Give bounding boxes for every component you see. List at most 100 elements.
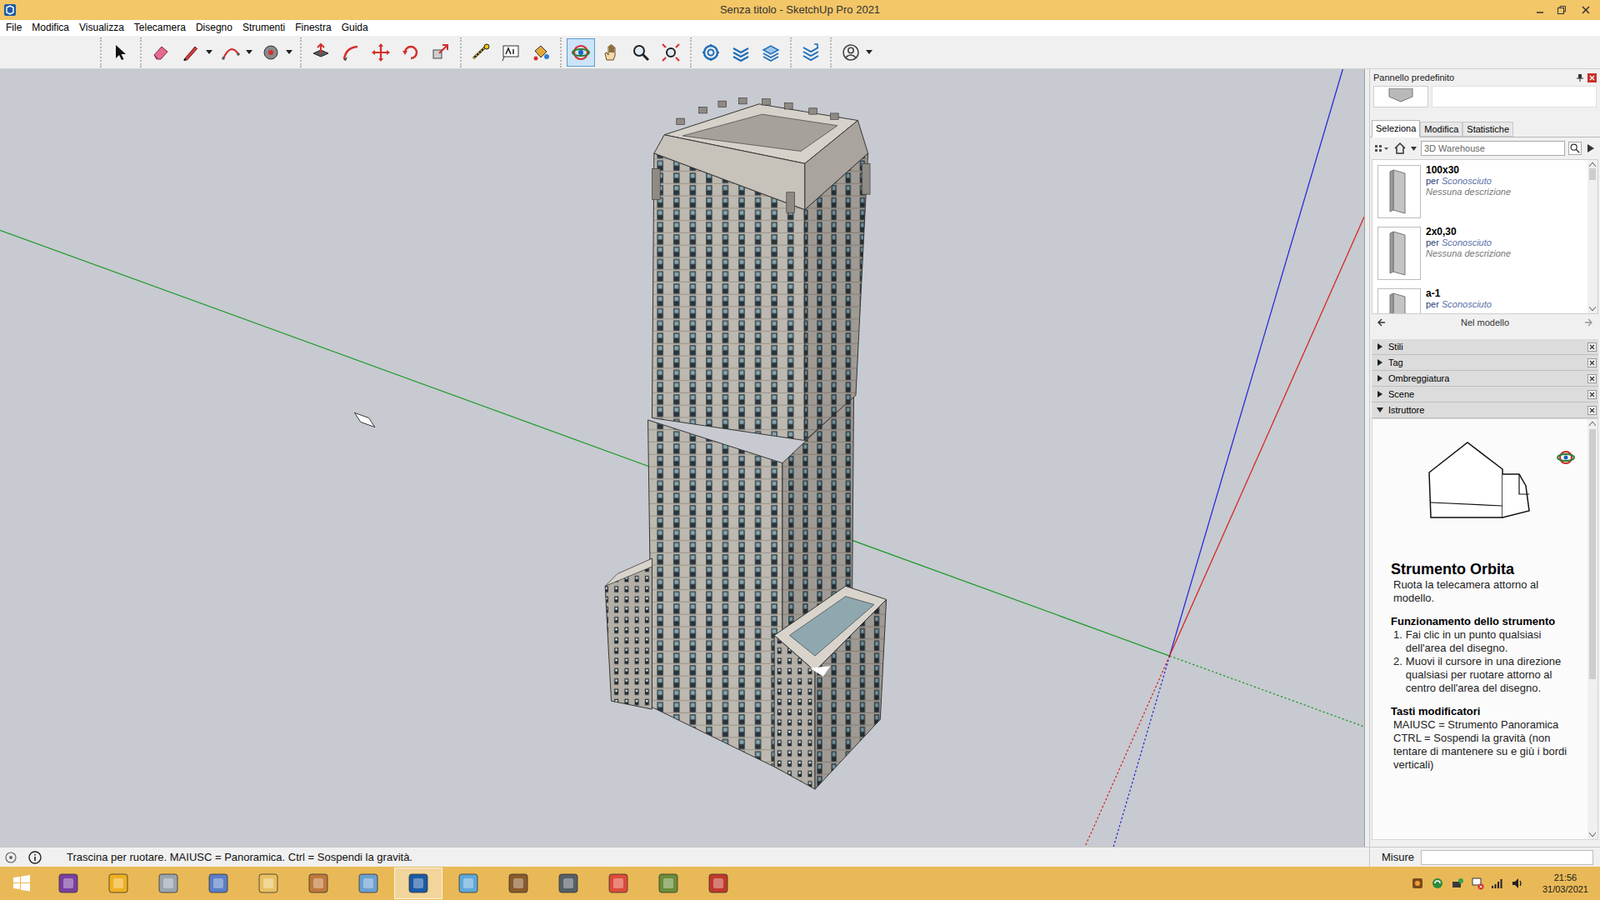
tool-button[interactable] [566,38,595,67]
scroll-up-icon[interactable] [1589,161,1596,167]
tool-button[interactable] [496,38,525,67]
push-pull-icon[interactable] [310,42,331,63]
minimize-icon[interactable] [1533,3,1547,17]
taskbar-app[interactable] [94,867,143,900]
taskbar-app[interactable] [294,867,343,900]
collapsed-arrow-icon[interactable] [1376,359,1384,366]
tray-section[interactable]: Stili [1371,339,1599,355]
taskbar-app[interactable] [194,867,243,900]
component-item[interactable]: 100x30per SconosciutoNessuna descrizione [1372,160,1588,222]
dropdown-arrow-icon[interactable] [285,50,293,55]
taskbar-app[interactable] [394,867,443,900]
collapsed-arrow-icon[interactable] [1376,343,1384,350]
taskbar-app[interactable] [244,867,293,900]
close-tray-icon[interactable] [1587,73,1597,83]
app-icon[interactable] [306,871,330,895]
tape-measure-icon[interactable] [470,42,491,63]
tool-button[interactable] [256,38,295,67]
pencil-icon[interactable] [180,42,201,63]
tool-dropdown[interactable] [244,39,255,66]
taskbar-app[interactable] [644,867,693,900]
tool-button[interactable] [836,38,875,67]
back-icon[interactable] [1376,317,1387,328]
app-icon[interactable] [206,871,230,895]
details-arrow-icon[interactable] [1585,142,1597,155]
action-center-icon[interactable] [1470,876,1485,890]
instructor-scrollbar[interactable] [1587,419,1598,840]
expanded-arrow-icon[interactable] [1376,406,1384,414]
network-status-icon[interactable] [1450,876,1465,890]
search-icon[interactable] [1568,141,1582,155]
tool-button[interactable] [696,38,725,67]
model-viewport[interactable] [0,69,1365,847]
menu-item[interactable]: Telecamera [129,20,191,35]
sync-icon[interactable] [1430,876,1445,890]
tab-label[interactable]: Modifica [1424,122,1459,137]
tab-label[interactable]: Seleziona [1375,121,1416,136]
tool-button[interactable] [306,38,335,67]
menu-item[interactable]: Modifica [26,20,75,35]
scale-icon[interactable] [430,42,451,63]
tool-button[interactable] [656,38,685,67]
text-tool-icon[interactable] [500,42,521,63]
collapsed-arrow-icon[interactable] [1376,375,1384,382]
app-icon[interactable] [556,871,580,895]
shapes-icon[interactable] [260,42,281,63]
taskbar-app[interactable] [594,867,643,900]
eraser-icon[interactable] [150,42,171,63]
collapsed-arrow-icon[interactable] [1376,390,1384,398]
restore-icon[interactable] [1555,3,1569,17]
volume-icon[interactable] [1510,876,1525,890]
taskbar-app[interactable] [444,867,493,900]
tool-button[interactable] [396,38,425,67]
tool-button[interactable] [176,38,215,67]
menu-item[interactable]: Disegno [190,20,238,35]
tray-tab[interactable]: Seleziona [1371,120,1420,138]
scroll-down-icon[interactable] [1589,306,1596,312]
tray-section[interactable]: Ombreggiatura [1371,370,1599,387]
component-item[interactable]: a-1per Sconosciuto [1372,283,1588,314]
close-section-icon[interactable] [1587,342,1597,352]
extension-manager-icon[interactable] [800,42,821,63]
select-arrow-icon[interactable] [110,42,131,63]
menu-item[interactable]: Strumenti [237,20,290,35]
tool-dropdown[interactable] [864,39,875,66]
search-input[interactable] [1420,140,1565,156]
pin-icon[interactable] [1575,73,1585,82]
app-icon[interactable] [356,871,380,895]
tool-button[interactable] [596,38,625,67]
dropdown-arrow-icon[interactable] [865,50,873,55]
dropdown-arrow-icon[interactable] [245,50,253,55]
wifi-signal-icon[interactable] [1490,876,1505,890]
menu-item[interactable]: Finestra [290,20,336,35]
taskbar-app[interactable] [144,867,193,900]
home-icon[interactable] [1393,141,1407,155]
tool-button[interactable] [796,38,825,67]
scroll-down-icon[interactable] [1589,832,1596,838]
dropdown-arrow-icon[interactable] [205,50,213,55]
taskbar-app[interactable] [544,867,593,900]
taskbar-app[interactable] [44,867,93,900]
app-icon[interactable] [156,871,180,895]
drawing-area[interactable] [0,69,1365,847]
menu-item[interactable]: Guida [336,20,374,35]
tool-button[interactable] [466,38,495,67]
tab-label[interactable]: Statistiche [1466,122,1510,137]
rotate-icon[interactable] [400,42,421,63]
list-scrollbar[interactable] [1587,160,1598,314]
app-icon[interactable] [506,871,530,895]
tool-button[interactable] [216,38,255,67]
tray-section[interactable]: Istruttore [1371,402,1599,419]
forward-icon[interactable] [1583,317,1594,328]
app-icon[interactable] [456,871,480,895]
tool-button[interactable] [366,38,395,67]
app-icon[interactable] [606,871,630,895]
move-icon[interactable] [370,42,391,63]
close-icon[interactable] [1576,3,1595,17]
3d-warehouse-icon[interactable] [700,42,721,63]
extension-warehouse-icon[interactable] [730,42,751,63]
tray-app-icon[interactable] [1410,876,1425,890]
tray-tab[interactable]: Modifica [1420,121,1463,137]
tool-dropdown[interactable] [284,39,295,66]
close-section-icon[interactable] [1587,374,1597,384]
